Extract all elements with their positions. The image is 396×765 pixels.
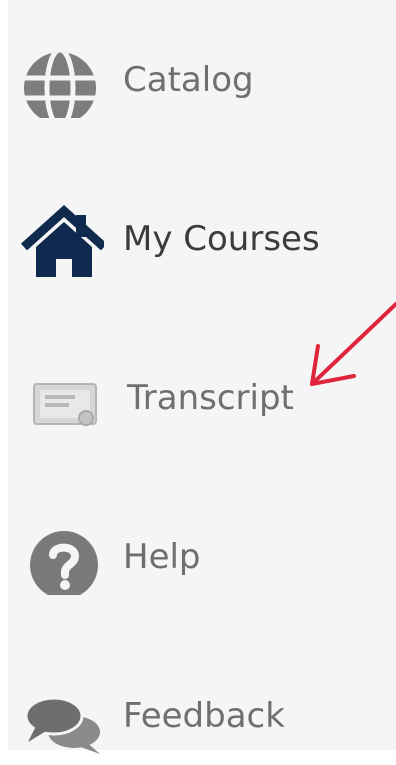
home-icon bbox=[20, 203, 104, 277]
nav-item-catalog[interactable]: Catalog bbox=[8, 36, 368, 126]
nav-label-transcript: Transcript bbox=[127, 378, 294, 418]
question-circle-icon bbox=[20, 521, 104, 595]
globe-icon bbox=[20, 44, 104, 118]
chat-bubbles-icon bbox=[20, 680, 104, 754]
nav-label-catalog: Catalog bbox=[123, 60, 254, 100]
nav-item-help[interactable]: Help bbox=[8, 513, 368, 603]
nav-label-my-courses: My Courses bbox=[123, 219, 320, 259]
nav-item-feedback[interactable]: Feedback bbox=[8, 672, 368, 762]
nav-item-transcript[interactable]: Transcript bbox=[8, 354, 368, 444]
certificate-icon bbox=[20, 362, 104, 436]
nav-item-my-courses[interactable]: My Courses bbox=[8, 195, 368, 285]
nav-label-help: Help bbox=[123, 537, 201, 577]
nav-label-feedback: Feedback bbox=[123, 696, 285, 736]
sidebar-nav: Catalog My Courses Transcript Help Feedb… bbox=[8, 0, 396, 754]
